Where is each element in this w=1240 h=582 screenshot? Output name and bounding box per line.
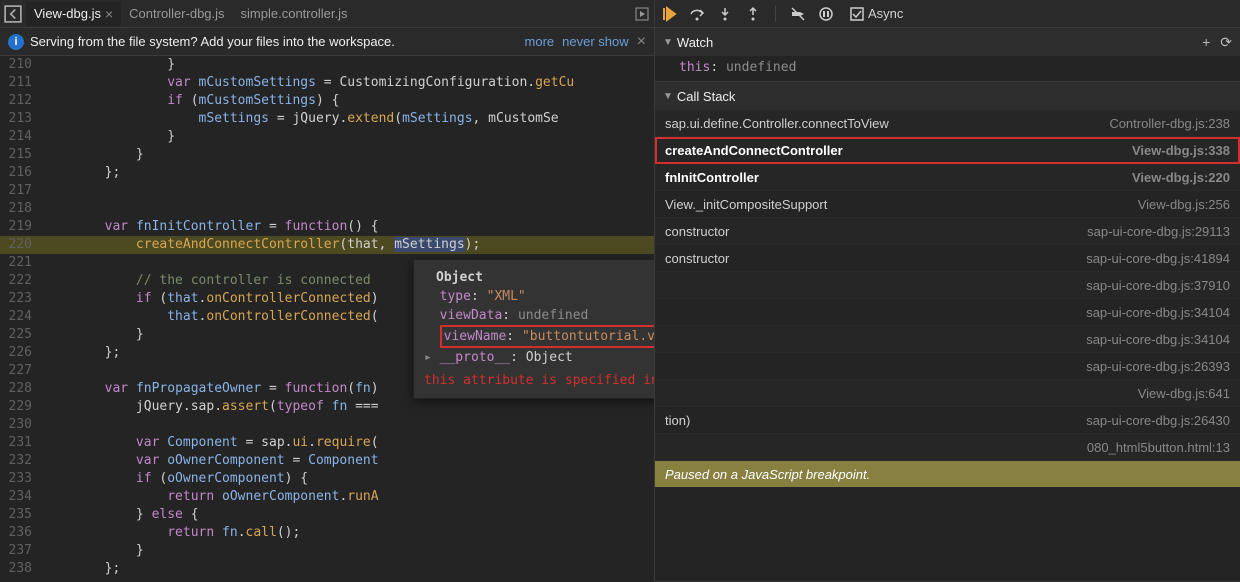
watch-panel: ▼ Watch + ⟳ this: undefined [655, 28, 1240, 82]
code-line[interactable]: 234 return oOwnerComponent.runA [0, 488, 654, 506]
watch-entry[interactable]: this: undefined [655, 56, 1240, 81]
step-over-icon[interactable] [689, 6, 705, 22]
code-line[interactable]: 211 var mCustomSettings = CustomizingCon… [0, 74, 654, 92]
callstack-frame[interactable]: sap-ui-core-dbg.js:26393 [655, 353, 1240, 380]
code-line[interactable]: 231 var Component = sap.ui.require( [0, 434, 654, 452]
code-line[interactable]: 235 } else { [0, 506, 654, 524]
collapse-icon: ▼ [663, 91, 673, 102]
tab-view-dbg[interactable]: View-dbg.js × [26, 2, 121, 26]
async-checkbox[interactable]: Async [850, 6, 903, 21]
info-more-link[interactable]: more [525, 34, 555, 49]
deactivate-breakpoints-icon[interactable] [790, 6, 806, 22]
code-line[interactable]: 232 var oOwnerComponent = Component [0, 452, 654, 470]
code-line[interactable]: 219 var fnInitController = function() { [0, 218, 654, 236]
callstack-frame[interactable]: sap-ui-core-dbg.js:34104 [655, 326, 1240, 353]
close-icon[interactable]: × [105, 6, 113, 22]
file-nav-icon[interactable] [4, 5, 22, 23]
code-line[interactable]: 237 } [0, 542, 654, 560]
value-tooltip: Object type: "XML" viewData: undefined v… [413, 259, 654, 399]
code-line[interactable]: 229 jQuery.sap.assert(typeof fn === [0, 398, 654, 416]
watch-title: Watch [677, 35, 713, 50]
callstack-frame[interactable]: sap.ui.define.Controller.connectToViewCo… [655, 110, 1240, 137]
info-icon: i [8, 34, 24, 50]
tooltip-annotation: this attribute is specified in xml view [424, 371, 654, 390]
step-out-icon[interactable] [745, 6, 761, 22]
callstack-frame[interactable]: constructorsap-ui-core-dbg.js:41894 [655, 245, 1240, 272]
add-watch-icon[interactable]: + [1202, 34, 1210, 51]
code-line[interactable]: 236 return fn.call(); [0, 524, 654, 542]
code-line[interactable]: 230 [0, 416, 654, 434]
code-line[interactable]: 213 mSettings = jQuery.extend(mSettings,… [0, 110, 654, 128]
step-into-icon[interactable] [717, 6, 733, 22]
code-line[interactable]: 216 }; [0, 164, 654, 182]
tab-label: Controller-dbg.js [129, 6, 224, 21]
resume-icon[interactable] [661, 6, 677, 22]
debug-toolbar: Async [655, 0, 1240, 28]
tooltip-title: Object [436, 268, 654, 287]
code-line[interactable]: 214 } [0, 128, 654, 146]
code-line[interactable]: 217 [0, 182, 654, 200]
tooltip-property[interactable]: type: "XML" [424, 287, 654, 306]
watch-header[interactable]: ▼ Watch + ⟳ [655, 28, 1240, 56]
tab-label: View-dbg.js [34, 6, 101, 21]
pause-message: Paused on a JavaScript breakpoint. [655, 461, 1240, 487]
info-never-link[interactable]: never show [562, 34, 628, 49]
collapse-icon: ▼ [663, 37, 673, 48]
code-line[interactable]: 215 } [0, 146, 654, 164]
callstack-title: Call Stack [677, 89, 736, 104]
tooltip-property[interactable]: viewData: undefined [424, 306, 654, 325]
editor-tabs: View-dbg.js × Controller-dbg.js simple.c… [0, 0, 654, 28]
pause-exceptions-icon[interactable] [818, 6, 834, 22]
info-bar: i Serving from the file system? Add your… [0, 28, 654, 56]
callstack-frame[interactable]: sap-ui-core-dbg.js:37910 [655, 272, 1240, 299]
code-line[interactable]: 220 createAndConnectController(that, mSe… [0, 236, 654, 254]
close-icon[interactable]: × [637, 33, 646, 51]
tooltip-property[interactable]: viewName: "buttontutorial.view.simple" [424, 325, 654, 348]
tooltip-property[interactable]: ▸ __proto__: Object [424, 348, 654, 367]
callstack-frame[interactable]: constructorsap-ui-core-dbg.js:29113 [655, 218, 1240, 245]
callstack-panel: ▼ Call Stack sap.ui.define.Controller.co… [655, 82, 1240, 582]
async-label: Async [868, 6, 903, 21]
callstack-frame[interactable]: fnInitControllerView-dbg.js:220 [655, 164, 1240, 191]
callstack-frame[interactable]: createAndConnectControllerView-dbg.js:33… [655, 137, 1240, 164]
callstack-frame[interactable]: View._initCompositeSupportView-dbg.js:25… [655, 191, 1240, 218]
callstack-frame[interactable]: View-dbg.js:641 [655, 380, 1240, 407]
tab-simple-controller[interactable]: simple.controller.js [233, 2, 356, 25]
tab-controller-dbg[interactable]: Controller-dbg.js [121, 2, 232, 25]
code-line[interactable]: 238 }; [0, 560, 654, 578]
refresh-icon[interactable]: ⟳ [1220, 34, 1232, 51]
code-line[interactable]: 218 [0, 200, 654, 218]
callstack-frame[interactable]: 080_html5button.html:13 [655, 434, 1240, 461]
callstack-frame[interactable]: sap-ui-core-dbg.js:34104 [655, 299, 1240, 326]
callstack-frame[interactable]: tion)sap-ui-core-dbg.js:26430 [655, 407, 1240, 434]
code-line[interactable]: 210 } [0, 56, 654, 74]
code-line[interactable]: 212 if (mCustomSettings) { [0, 92, 654, 110]
code-editor[interactable]: Object type: "XML" viewData: undefined v… [0, 56, 654, 582]
code-line[interactable]: 233 if (oOwnerComponent) { [0, 470, 654, 488]
tab-label: simple.controller.js [241, 6, 348, 21]
info-text: Serving from the file system? Add your f… [30, 34, 395, 49]
callstack-header[interactable]: ▼ Call Stack [655, 82, 1240, 110]
run-snippet-icon[interactable] [634, 6, 650, 22]
